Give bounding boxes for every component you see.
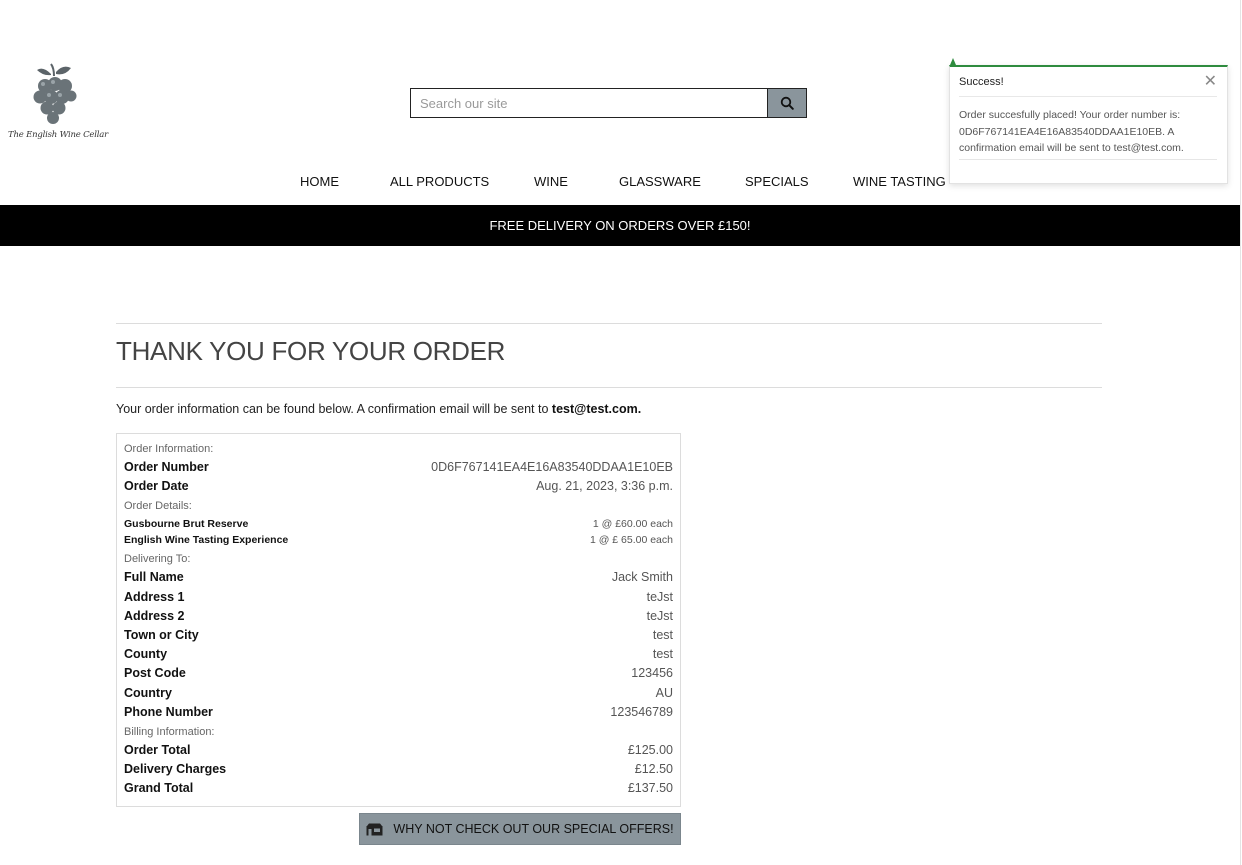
delivery-label: Town or City (124, 628, 199, 642)
order-date-value: Aug. 21, 2023, 3:36 p.m. (536, 479, 673, 493)
divider-bottom (116, 387, 1102, 388)
close-icon[interactable]: ✕ (1204, 73, 1217, 90)
billing-label: Order Total (124, 743, 191, 757)
billing-value: £137.50 (627, 781, 673, 795)
toast-arrow (950, 58, 956, 65)
order-date-row: Order Date Aug. 21, 2023, 3:36 p.m. (124, 479, 673, 493)
order-number-value: 0D6F767141EA4E16A83540DDAA1E10EB (431, 460, 673, 474)
billing-row: Grand Total £137.50 (124, 781, 673, 795)
billing-value: £125.00 (627, 743, 673, 757)
billing-label: Grand Total (124, 781, 194, 795)
nav-item-glassware[interactable]: GLASSWARE (619, 174, 701, 189)
logo-text: The English Wine Cellar (8, 130, 108, 140)
order-date-label: Order Date (124, 479, 189, 493)
order-intro: Your order information can be found belo… (116, 402, 641, 416)
section-label: Billing Information: (124, 726, 215, 738)
delivery-value: Jack Smith (611, 570, 673, 584)
search-button[interactable] (767, 88, 807, 118)
delivery-row: Town or City test (124, 628, 673, 642)
delivery-label: Phone Number (124, 705, 213, 719)
toast-message: Order succesfully placed! Your order num… (959, 109, 1184, 154)
order-item-name: Gusbourne Brut Reserve (124, 518, 249, 530)
delivery-row: County test (124, 647, 673, 661)
delivery-row: Address 1 teJst (124, 590, 673, 604)
section-label: Delivering To: (124, 553, 191, 565)
delivery-row: Phone Number 123546789 (124, 705, 673, 719)
section-heading-order-info: Order Information: (124, 443, 673, 455)
section-label: Order Details: (124, 500, 192, 512)
delivery-value: test (652, 647, 673, 661)
delivery-label: Post Code (124, 666, 186, 680)
order-number-label: Order Number (124, 460, 209, 474)
grapes-icon (33, 63, 77, 124)
delivery-row: Address 2 teJst (124, 609, 673, 623)
delivery-value: test (652, 628, 673, 642)
nav-item-specials[interactable]: SPECIALS (745, 174, 809, 189)
order-item-row: English Wine Tasting Experience 1 @ £ 65… (124, 534, 673, 546)
delivery-row: Post Code 123456 (124, 666, 673, 680)
special-offers-button[interactable]: WHY NOT CHECK OUT OUR SPECIAL OFFERS! (359, 813, 681, 845)
delivery-value: teJst (646, 609, 673, 623)
nav-item-wine-tasting[interactable]: WINE TASTING (853, 174, 946, 189)
search-input[interactable] (410, 88, 767, 118)
success-toast: Success! ✕ Order succesfully placed! You… (949, 58, 1228, 184)
order-summary: Order Information: Order Number 0D6F7671… (116, 433, 681, 807)
billing-value: £12.50 (634, 762, 673, 776)
nav-item-home[interactable]: HOME (300, 174, 339, 189)
special-offers-label: WHY NOT CHECK OUT OUR SPECIAL OFFERS! (393, 822, 674, 836)
divider-top (116, 323, 1102, 324)
toast-header: Success! ✕ (959, 67, 1217, 97)
delivery-row: Country AU (124, 686, 673, 700)
site-search (410, 88, 807, 118)
delivery-label: Address 1 (124, 590, 185, 604)
free-delivery-banner: FREE DELIVERY ON ORDERS OVER £150! (0, 205, 1240, 246)
order-item-qty-price: 1 @ £ 65.00 each (589, 534, 673, 546)
banner-text: FREE DELIVERY ON ORDERS OVER £150! (489, 218, 751, 233)
intro-text: Your order information can be found belo… (116, 402, 552, 416)
delivery-label: Address 2 (124, 609, 185, 623)
billing-row: Delivery Charges £12.50 (124, 762, 673, 776)
delivery-label: County (124, 647, 168, 661)
order-number-row: Order Number 0D6F767141EA4E16A83540DDAA1… (124, 460, 673, 474)
section-label: Order Information: (124, 443, 214, 455)
delivery-value: teJst (646, 590, 673, 604)
section-heading-order-details: Order Details: (124, 500, 673, 512)
site-logo[interactable]: The English Wine Cellar (8, 62, 108, 140)
delivery-row: Full Name Jack Smith (124, 570, 673, 584)
nav-item-all-products[interactable]: ALL PRODUCTS (390, 174, 489, 189)
order-item-row: Gusbourne Brut Reserve 1 @ £60.00 each (124, 518, 673, 530)
billing-label: Delivery Charges (124, 762, 227, 776)
delivery-label: Country (124, 686, 172, 700)
delivery-value: AU (655, 686, 673, 700)
section-heading-delivering: Delivering To: (124, 553, 673, 565)
delivery-label: Full Name (124, 570, 184, 584)
intro-email: test@test.com. (551, 402, 642, 416)
toast-title: Success! (959, 75, 1004, 88)
order-item-name: English Wine Tasting Experience (124, 534, 289, 546)
search-icon (780, 96, 794, 110)
order-item-qty-price: 1 @ £60.00 each (592, 518, 673, 530)
page-title: THANK YOU FOR YOUR ORDER (116, 336, 506, 366)
delivery-value: 123456 (631, 666, 673, 680)
shop-icon (366, 823, 383, 835)
page-edge-divider (1240, 0, 1241, 865)
billing-row: Order Total £125.00 (124, 743, 673, 757)
toast-divider (959, 159, 1217, 160)
section-heading-billing: Billing Information: (124, 726, 673, 738)
nav-item-wine[interactable]: WINE (534, 174, 568, 189)
delivery-value: 123546789 (610, 705, 673, 719)
